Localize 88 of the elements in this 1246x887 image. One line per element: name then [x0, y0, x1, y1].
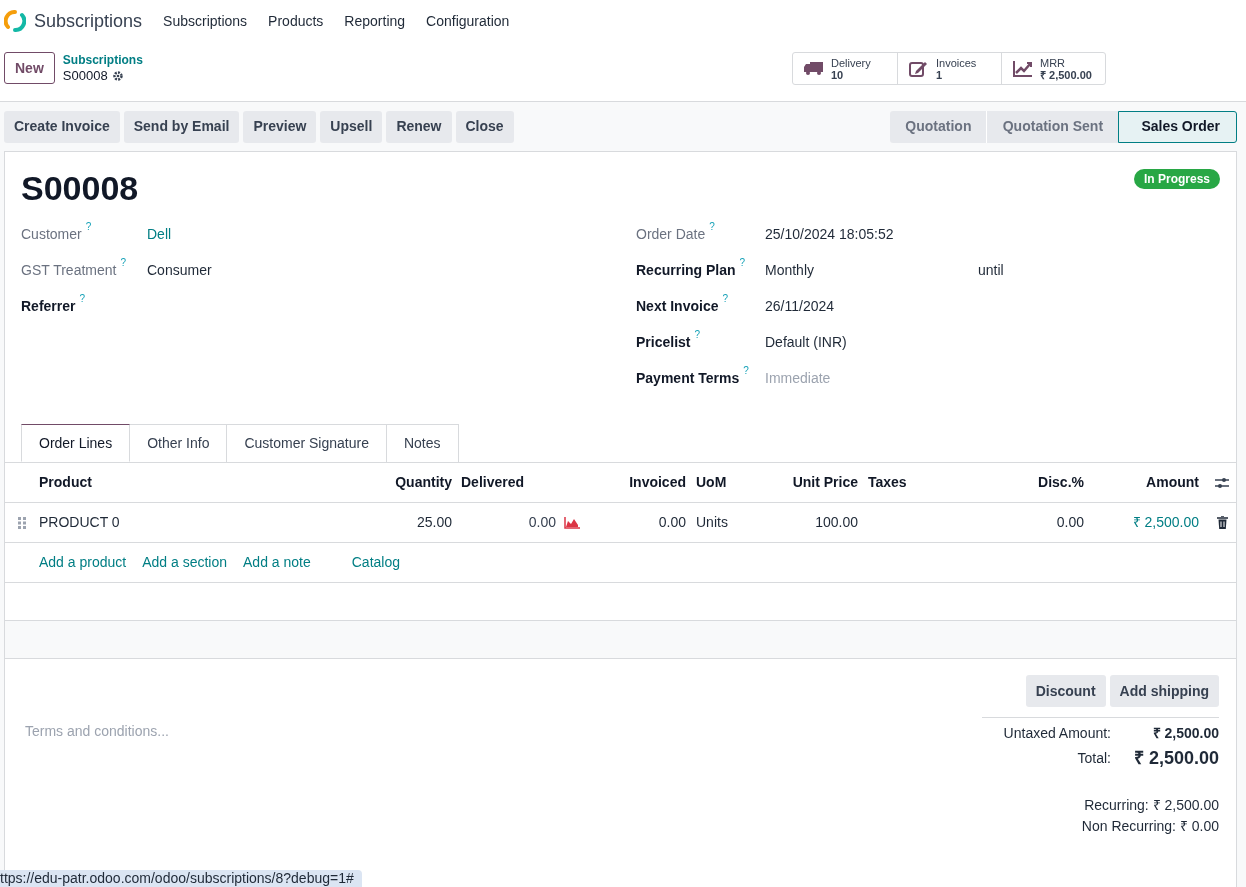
smart-button-label: Delivery — [831, 56, 871, 69]
smart-button-value: ₹ 2,500.00 — [1040, 68, 1092, 81]
app-logo-icon — [4, 10, 26, 32]
smart-button[interactable]: Delivery 10 — [793, 53, 897, 84]
action-button[interactable]: Renew — [386, 110, 452, 143]
field-label: Pricelist — [636, 333, 691, 352]
smart-button[interactable]: MRR ₹ 2,500.00 — [1001, 53, 1105, 84]
status-step[interactable]: Quotation Sent — [986, 110, 1119, 143]
footer-button[interactable]: Discount — [1025, 675, 1106, 707]
menu-item[interactable]: Configuration — [426, 10, 510, 32]
column-header[interactable]: Unit Price — [766, 472, 866, 493]
column-header[interactable]: Product — [39, 472, 339, 493]
add-line-link[interactable]: Add a product — [39, 552, 127, 573]
field-label: Recurring Plan — [636, 261, 736, 280]
field-label: Referrer — [21, 297, 76, 316]
untaxed-label: Untaxed Amount: — [1003, 723, 1111, 743]
recurring-total: Recurring: ₹ 2,500.00 — [1083, 796, 1219, 815]
action-button[interactable]: Create Invoice — [4, 110, 120, 143]
action-button[interactable]: Upsell — [320, 110, 383, 143]
footer-button[interactable]: Add shipping — [1109, 675, 1219, 707]
column-header[interactable]: Invoiced — [590, 472, 694, 493]
menu-item[interactable]: Reporting — [344, 10, 406, 32]
gear-icon — [111, 69, 124, 82]
add-line-link[interactable]: Add a note — [243, 552, 311, 573]
add-line-link[interactable]: Catalog — [351, 552, 400, 573]
field-label: GST Treatment — [21, 261, 117, 280]
table-cell-text: 0.00 — [528, 513, 556, 532]
status-step[interactable]: Sales Order — [1118, 110, 1237, 143]
status-badge: In Progress — [1133, 169, 1220, 189]
table-cell-text: 25.00 — [415, 513, 453, 532]
smart-button-value: 10 — [831, 68, 844, 81]
line-chart-icon — [1012, 59, 1034, 78]
smart-button-value: 1 — [936, 68, 944, 81]
field-label: Next Invoice — [636, 297, 719, 316]
menu-item[interactable]: Subscriptions — [163, 10, 248, 32]
breadcrumb-link[interactable]: Subscriptions — [62, 53, 143, 68]
trash-icon — [1216, 516, 1228, 529]
non-recurring-total: Non Recurring: ₹ 0.00 — [1080, 817, 1219, 836]
edit-icon — [908, 59, 930, 78]
total-value: ₹ 2,500.00 — [1132, 746, 1219, 770]
add-line-link[interactable]: Add a section — [142, 552, 227, 573]
truck-icon — [803, 59, 825, 78]
tab[interactable]: Order Lines — [21, 424, 131, 462]
field-value[interactable]: Default (INR) — [765, 332, 978, 353]
status-step[interactable]: Quotation — [890, 110, 987, 143]
smart-button[interactable]: Invoices 1 — [897, 53, 1001, 84]
field-label: Payment Terms — [636, 369, 740, 388]
field-value[interactable]: Monthly — [765, 260, 978, 281]
field-suffix: until — [978, 261, 1004, 280]
smart-button-label: MRR — [1040, 56, 1067, 69]
record-name: S00008 — [62, 68, 108, 83]
column-header[interactable]: Amount — [1092, 472, 1207, 493]
column-header[interactable]: UoM — [694, 472, 766, 493]
app-name[interactable]: Subscriptions — [34, 7, 143, 35]
sliders-icon — [1215, 476, 1229, 489]
table-cell-text: 0.00 — [1055, 513, 1085, 532]
table-cell-text: 0.00 — [657, 513, 687, 532]
drag-handle-icon — [18, 516, 26, 529]
field-label: Order Date — [636, 225, 706, 244]
new-button[interactable]: New — [4, 52, 55, 84]
field-label: Customer — [21, 225, 82, 244]
tab[interactable]: Other Info — [130, 424, 228, 462]
total-label: Total: — [1077, 748, 1111, 768]
tab[interactable]: Notes — [386, 424, 459, 462]
field-value[interactable]: 26/11/2024 — [765, 296, 978, 317]
field-link[interactable]: Dell — [147, 224, 172, 245]
field-input[interactable]: Immediate — [765, 368, 965, 389]
column-header[interactable]: Delivered — [460, 472, 590, 493]
action-button[interactable]: Preview — [243, 110, 317, 143]
untaxed-value: ₹ 2,500.00 — [1151, 723, 1219, 743]
field-value[interactable]: 25/10/2024 18:05:52 — [765, 224, 978, 245]
table-cell-text: PRODUCT 0 — [39, 513, 121, 532]
field-value[interactable]: Consumer — [147, 260, 360, 281]
action-button[interactable]: Send by Email — [123, 110, 240, 143]
terms-field[interactable]: Terms and conditions... — [25, 721, 525, 745]
column-header[interactable]: Taxes — [866, 472, 976, 493]
table-cell-text: 100.00 — [814, 513, 859, 532]
amount-link[interactable]: ₹ 2,500.00 — [1092, 512, 1207, 533]
action-button[interactable]: Close — [455, 110, 514, 143]
menu-item[interactable]: Products — [268, 10, 324, 32]
column-header[interactable]: Disc.% — [976, 472, 1092, 493]
area-chart-icon — [564, 516, 580, 529]
column-header[interactable]: Quantity — [339, 472, 460, 493]
link-preview: ttps://edu-patr.odoo.com/odoo/subscriptions/8?debug=1# — [0, 870, 362, 887]
smart-button-label: Invoices — [936, 56, 977, 69]
tab[interactable]: Customer Signature — [227, 424, 387, 462]
table-cell-text: Units — [695, 513, 729, 532]
record-title: S00008 — [21, 168, 139, 208]
